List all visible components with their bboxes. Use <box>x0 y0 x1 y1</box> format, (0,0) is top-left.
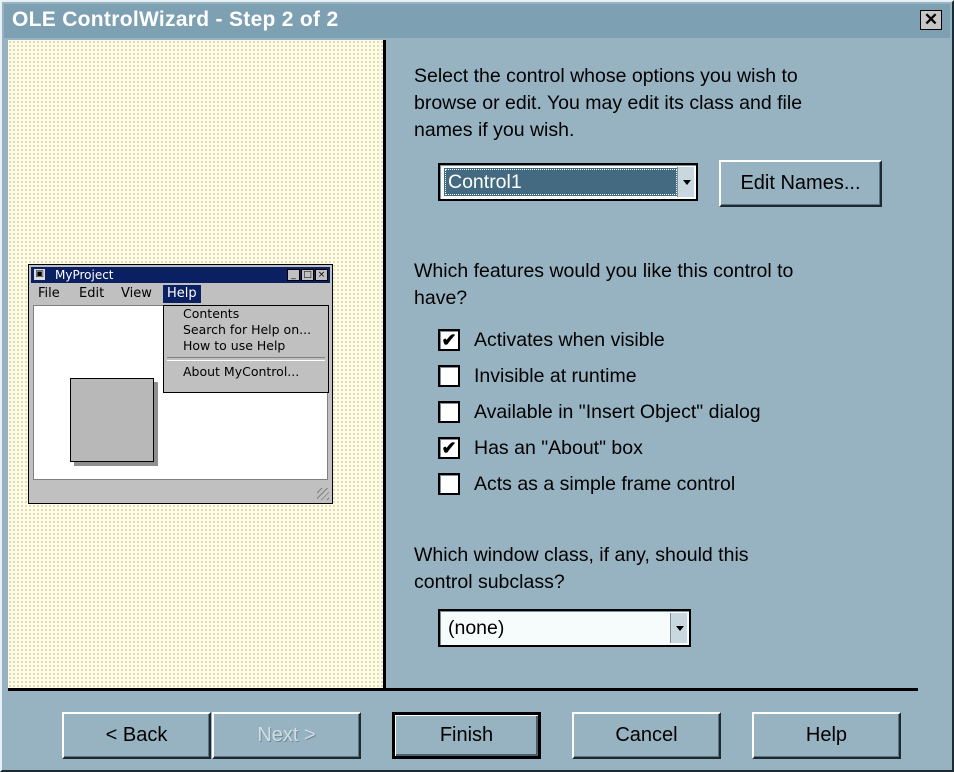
prompt-line: have? <box>414 287 468 309</box>
window-title: OLE ControlWizard - Step 2 of 2 <box>12 8 339 31</box>
cancel-label: Cancel <box>615 724 678 746</box>
preview-menu-view: View <box>121 286 152 301</box>
edit-names-button[interactable]: Edit Names... <box>719 160 882 207</box>
close-icon: × <box>315 269 328 281</box>
subclass-select-value: (none) <box>448 617 505 639</box>
subclass-select[interactable]: (none) <box>438 609 691 647</box>
prompt-line: Which window class, if any, should this <box>414 544 749 566</box>
maximize-icon: □ <box>301 269 314 281</box>
preview-title: MyProject <box>55 268 114 282</box>
title-bar[interactable]: OLE ControlWizard - Step 2 of 2 ✕ <box>4 4 950 38</box>
preview-menubar: File Edit View Help <box>31 285 330 303</box>
finish-button[interactable]: Finish <box>392 712 541 759</box>
help-label: Help <box>805 724 848 746</box>
invisible-label[interactable]: Invisible at runtime <box>474 364 637 388</box>
help-button[interactable]: Help <box>752 712 901 759</box>
finish-label: Finish <box>439 724 494 746</box>
close-icon[interactable]: ✕ <box>920 10 942 30</box>
preview-menu-item: About MyControl... <box>183 364 300 379</box>
prompt-line: Select the control whose options you wis… <box>414 65 798 87</box>
wizard-window: OLE ControlWizard - Step 2 of 2 ✕ ▣ MyPr… <box>0 0 954 772</box>
back-label: < Back <box>105 724 168 746</box>
insert-object-checkbox[interactable] <box>438 401 460 423</box>
activates-label[interactable]: Activates when visible <box>474 328 665 352</box>
preview-menu-item: Contents <box>183 306 240 321</box>
next-label: Next > <box>257 724 316 746</box>
menu-separator <box>167 357 325 361</box>
preview-menu-item: How to use Help <box>183 338 286 353</box>
preview-help-menu: Contents Search for Help on... How to us… <box>163 305 329 393</box>
horizontal-divider <box>8 688 918 691</box>
edit-names-label: Edit Names... <box>740 172 861 194</box>
preview-menu-edit: Edit <box>79 286 105 301</box>
preview-control <box>70 378 154 462</box>
prompt-line: browse or edit. You may edit its class a… <box>414 92 803 114</box>
insert-object-label[interactable]: Available in "Insert Object" dialog <box>474 400 761 424</box>
about-box-checkbox[interactable]: ✔ <box>438 437 460 459</box>
features-prompt: Which features would you like this contr… <box>414 258 793 312</box>
select-control-prompt: Select the control whose options you wis… <box>414 63 802 144</box>
frame-control-checkbox[interactable] <box>438 473 460 495</box>
preview-menu-help: Help <box>163 285 201 303</box>
control-select-value: Control1 <box>444 168 678 196</box>
prompt-line: names if you wish. <box>414 119 575 141</box>
control-select[interactable]: Control1 <box>438 163 698 201</box>
app-icon: ▣ <box>34 269 45 280</box>
minimize-icon: _ <box>287 269 300 281</box>
activates-checkbox[interactable]: ✔ <box>438 329 460 351</box>
subclass-prompt: Which window class, if any, should this … <box>414 542 749 596</box>
resize-grip-icon <box>317 488 329 500</box>
preview-window: ▣ MyProject _ □ × File Edit View Help Co… <box>28 264 333 504</box>
preview-title-bar: ▣ MyProject _ □ × <box>31 267 330 283</box>
prompt-line: control subclass? <box>414 571 565 593</box>
preview-window-buttons: _ □ × <box>287 269 328 281</box>
back-button[interactable]: < Back <box>62 712 211 759</box>
invisible-checkbox[interactable] <box>438 365 460 387</box>
next-button[interactable]: Next > <box>212 712 361 759</box>
chevron-down-icon[interactable] <box>677 167 694 197</box>
preview-menu-file: File <box>38 286 60 301</box>
cancel-button[interactable]: Cancel <box>572 712 721 759</box>
preview-menu-item: Search for Help on... <box>183 322 312 337</box>
vertical-divider <box>383 40 386 688</box>
prompt-line: Which features would you like this contr… <box>414 260 794 282</box>
frame-control-label[interactable]: Acts as a simple frame control <box>474 472 735 496</box>
about-box-label[interactable]: Has an "About" box <box>474 436 643 460</box>
chevron-down-icon[interactable] <box>670 613 687 643</box>
